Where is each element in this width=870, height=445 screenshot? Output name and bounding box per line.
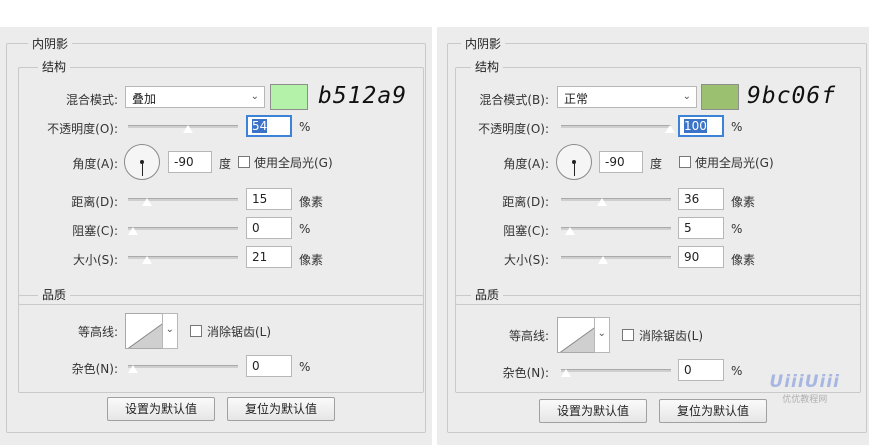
choke-input[interactable]: 5	[678, 217, 724, 239]
opacity-unit: %	[731, 120, 743, 134]
opacity-label: 不透明度(O):	[47, 122, 118, 136]
contour-label: 等高线:	[508, 329, 549, 343]
blend-mode-value: 叠加	[132, 92, 157, 106]
angle-label: 角度(A):	[503, 157, 549, 171]
noise-slider-thumb[interactable]	[127, 364, 139, 374]
distance-slider-thumb[interactable]	[141, 197, 153, 207]
distance-slider-thumb[interactable]	[596, 197, 608, 207]
noise-input[interactable]: 0	[678, 359, 724, 381]
antialias-label[interactable]: 消除锯齿(L)	[639, 327, 703, 344]
distance-input[interactable]: 36	[678, 188, 724, 210]
quality-title: 品质	[38, 286, 71, 303]
chevron-down-icon: ⌄	[682, 91, 691, 102]
quality-title: 品质	[471, 286, 504, 303]
noise-slider[interactable]	[127, 363, 238, 374]
size-slider[interactable]	[561, 254, 671, 265]
global-light-label[interactable]: 使用全局光(G)	[254, 154, 333, 171]
inner-shadow-title: 内阴影	[461, 35, 506, 52]
watermark-text: 优优教程网	[782, 395, 828, 405]
opacity-input[interactable]: 54	[246, 115, 292, 137]
structure-title: 结构	[471, 58, 504, 75]
color-hex-annotation: b512a9	[318, 83, 408, 109]
reset-default-button[interactable]: 复位为默认值	[659, 399, 767, 423]
chevron-down-icon: ⌄	[250, 91, 259, 102]
distance-slider[interactable]	[561, 196, 671, 207]
opacity-unit: %	[299, 120, 311, 134]
size-slider-thumb[interactable]	[141, 255, 153, 265]
size-unit: 像素	[299, 253, 324, 267]
size-input[interactable]: 21	[246, 246, 292, 268]
choke-unit: %	[731, 222, 743, 236]
noise-label: 杂色(N):	[71, 362, 118, 376]
antialias-checkbox[interactable]	[622, 329, 634, 341]
opacity-slider-thumb[interactable]	[664, 124, 676, 134]
structure-title: 结构	[38, 58, 71, 75]
blend-mode-value: 正常	[564, 92, 589, 106]
inner-shadow-title: 内阴影	[28, 35, 73, 52]
distance-label: 距离(D):	[71, 195, 118, 209]
inner-shadow-panel-left: 内阴影 结构 混合模式: 叠加 ⌄ b512a9 不透明度(O): 54 % 角…	[0, 27, 432, 445]
contour-dropdown[interactable]: ⌄	[162, 313, 178, 349]
distance-input[interactable]: 15	[246, 188, 292, 210]
size-slider[interactable]	[128, 254, 238, 265]
color-hex-annotation: 9bc06f	[747, 83, 837, 109]
shadow-color-swatch[interactable]	[270, 84, 308, 110]
angle-label: 角度(A):	[72, 157, 118, 171]
antialias-checkbox[interactable]	[190, 325, 202, 337]
quality-group	[18, 295, 424, 393]
size-label: 大小(S):	[72, 253, 118, 267]
choke-slider-thumb[interactable]	[127, 226, 139, 236]
make-default-button[interactable]: 设置为默认值	[539, 399, 647, 423]
noise-unit: %	[731, 364, 743, 378]
choke-label: 阻塞(C):	[503, 224, 549, 238]
angle-input[interactable]: -90	[168, 151, 212, 173]
noise-unit: %	[299, 360, 311, 374]
choke-slider[interactable]	[127, 225, 238, 236]
opacity-label: 不透明度(O):	[478, 122, 549, 136]
global-light-checkbox[interactable]	[679, 156, 691, 168]
angle-input[interactable]: -90	[599, 151, 643, 173]
contour-label: 等高线:	[77, 325, 118, 339]
distance-slider[interactable]	[128, 196, 238, 207]
noise-slider-thumb[interactable]	[560, 368, 572, 378]
size-slider-thumb[interactable]	[597, 255, 609, 265]
noise-input[interactable]: 0	[246, 355, 292, 377]
watermark: UiiiUiii 优优教程网	[769, 372, 840, 405]
distance-unit: 像素	[731, 195, 756, 209]
noise-label: 杂色(N):	[502, 366, 549, 380]
size-input[interactable]: 90	[678, 246, 724, 268]
opacity-slider-thumb[interactable]	[182, 124, 194, 134]
angle-unit: 度	[219, 157, 232, 171]
angle-unit: 度	[650, 157, 663, 171]
angle-dial[interactable]	[124, 144, 160, 180]
blend-mode-label: 混合模式:	[65, 93, 118, 107]
make-default-button[interactable]: 设置为默认值	[107, 397, 215, 421]
blend-mode-label: 混合模式(B):	[479, 93, 549, 107]
choke-unit: %	[299, 222, 311, 236]
contour-dropdown[interactable]: ⌄	[594, 317, 610, 353]
noise-slider[interactable]	[560, 367, 671, 378]
watermark-logo: UiiiUiii	[769, 372, 840, 392]
shadow-color-swatch[interactable]	[701, 84, 739, 110]
choke-slider[interactable]	[561, 225, 671, 236]
global-light-checkbox[interactable]	[238, 156, 250, 168]
distance-unit: 像素	[299, 195, 324, 209]
blend-mode-select[interactable]: 正常 ⌄	[557, 86, 697, 108]
opacity-input[interactable]: 100	[678, 115, 724, 137]
choke-slider-thumb[interactable]	[564, 226, 576, 236]
choke-input[interactable]: 0	[246, 217, 292, 239]
size-label: 大小(S):	[503, 253, 549, 267]
chevron-down-icon: ⌄	[165, 324, 174, 335]
blend-mode-select[interactable]: 叠加 ⌄	[125, 86, 265, 108]
chevron-down-icon: ⌄	[597, 328, 606, 339]
choke-label: 阻塞(C):	[72, 224, 118, 238]
size-unit: 像素	[731, 253, 756, 267]
opacity-slider[interactable]	[561, 123, 676, 134]
reset-default-button[interactable]: 复位为默认值	[227, 397, 335, 421]
angle-dial[interactable]	[556, 144, 592, 180]
opacity-slider[interactable]	[128, 123, 238, 134]
global-light-label[interactable]: 使用全局光(G)	[695, 154, 774, 171]
distance-label: 距离(D):	[502, 195, 549, 209]
antialias-label[interactable]: 消除锯齿(L)	[207, 323, 271, 340]
